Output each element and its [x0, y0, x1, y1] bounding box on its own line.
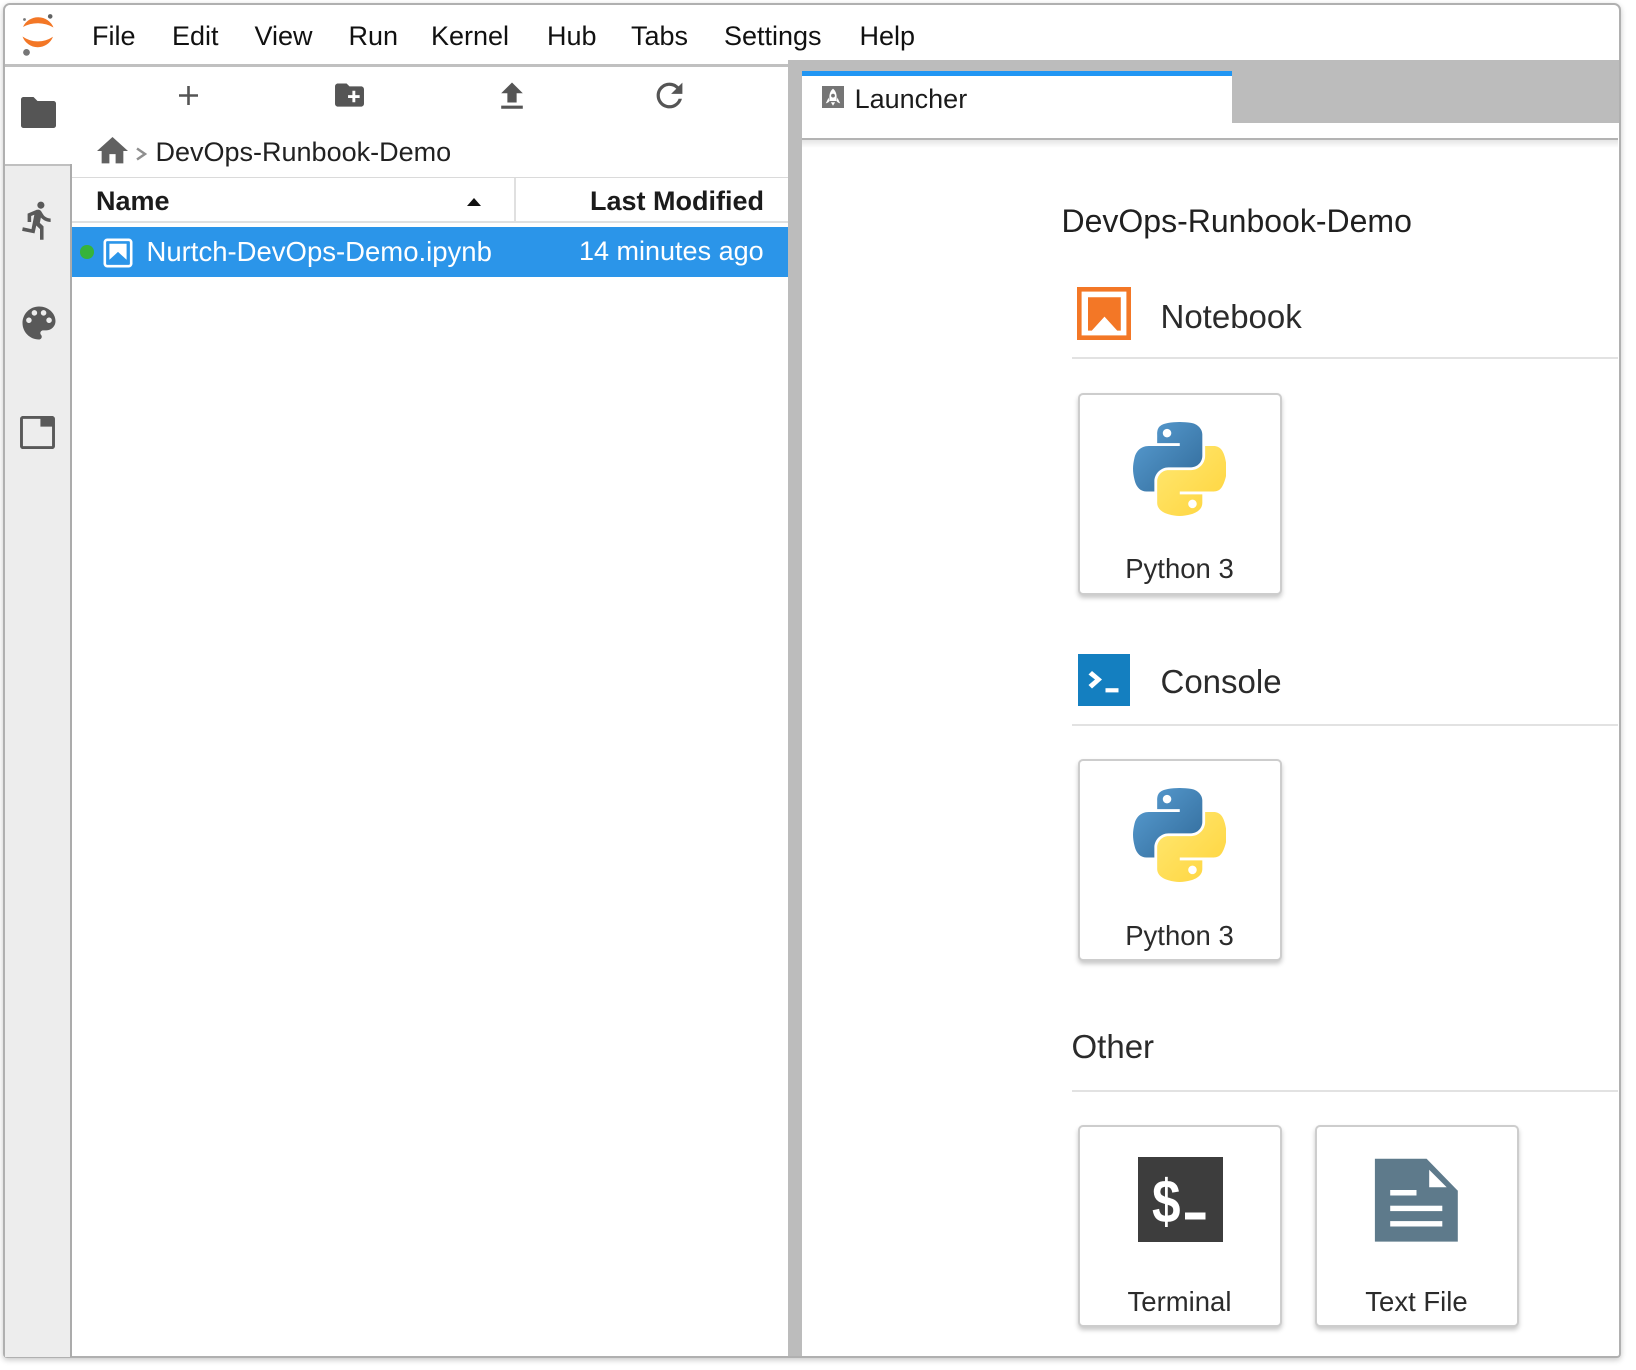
svg-text:$: $	[1152, 1167, 1180, 1235]
